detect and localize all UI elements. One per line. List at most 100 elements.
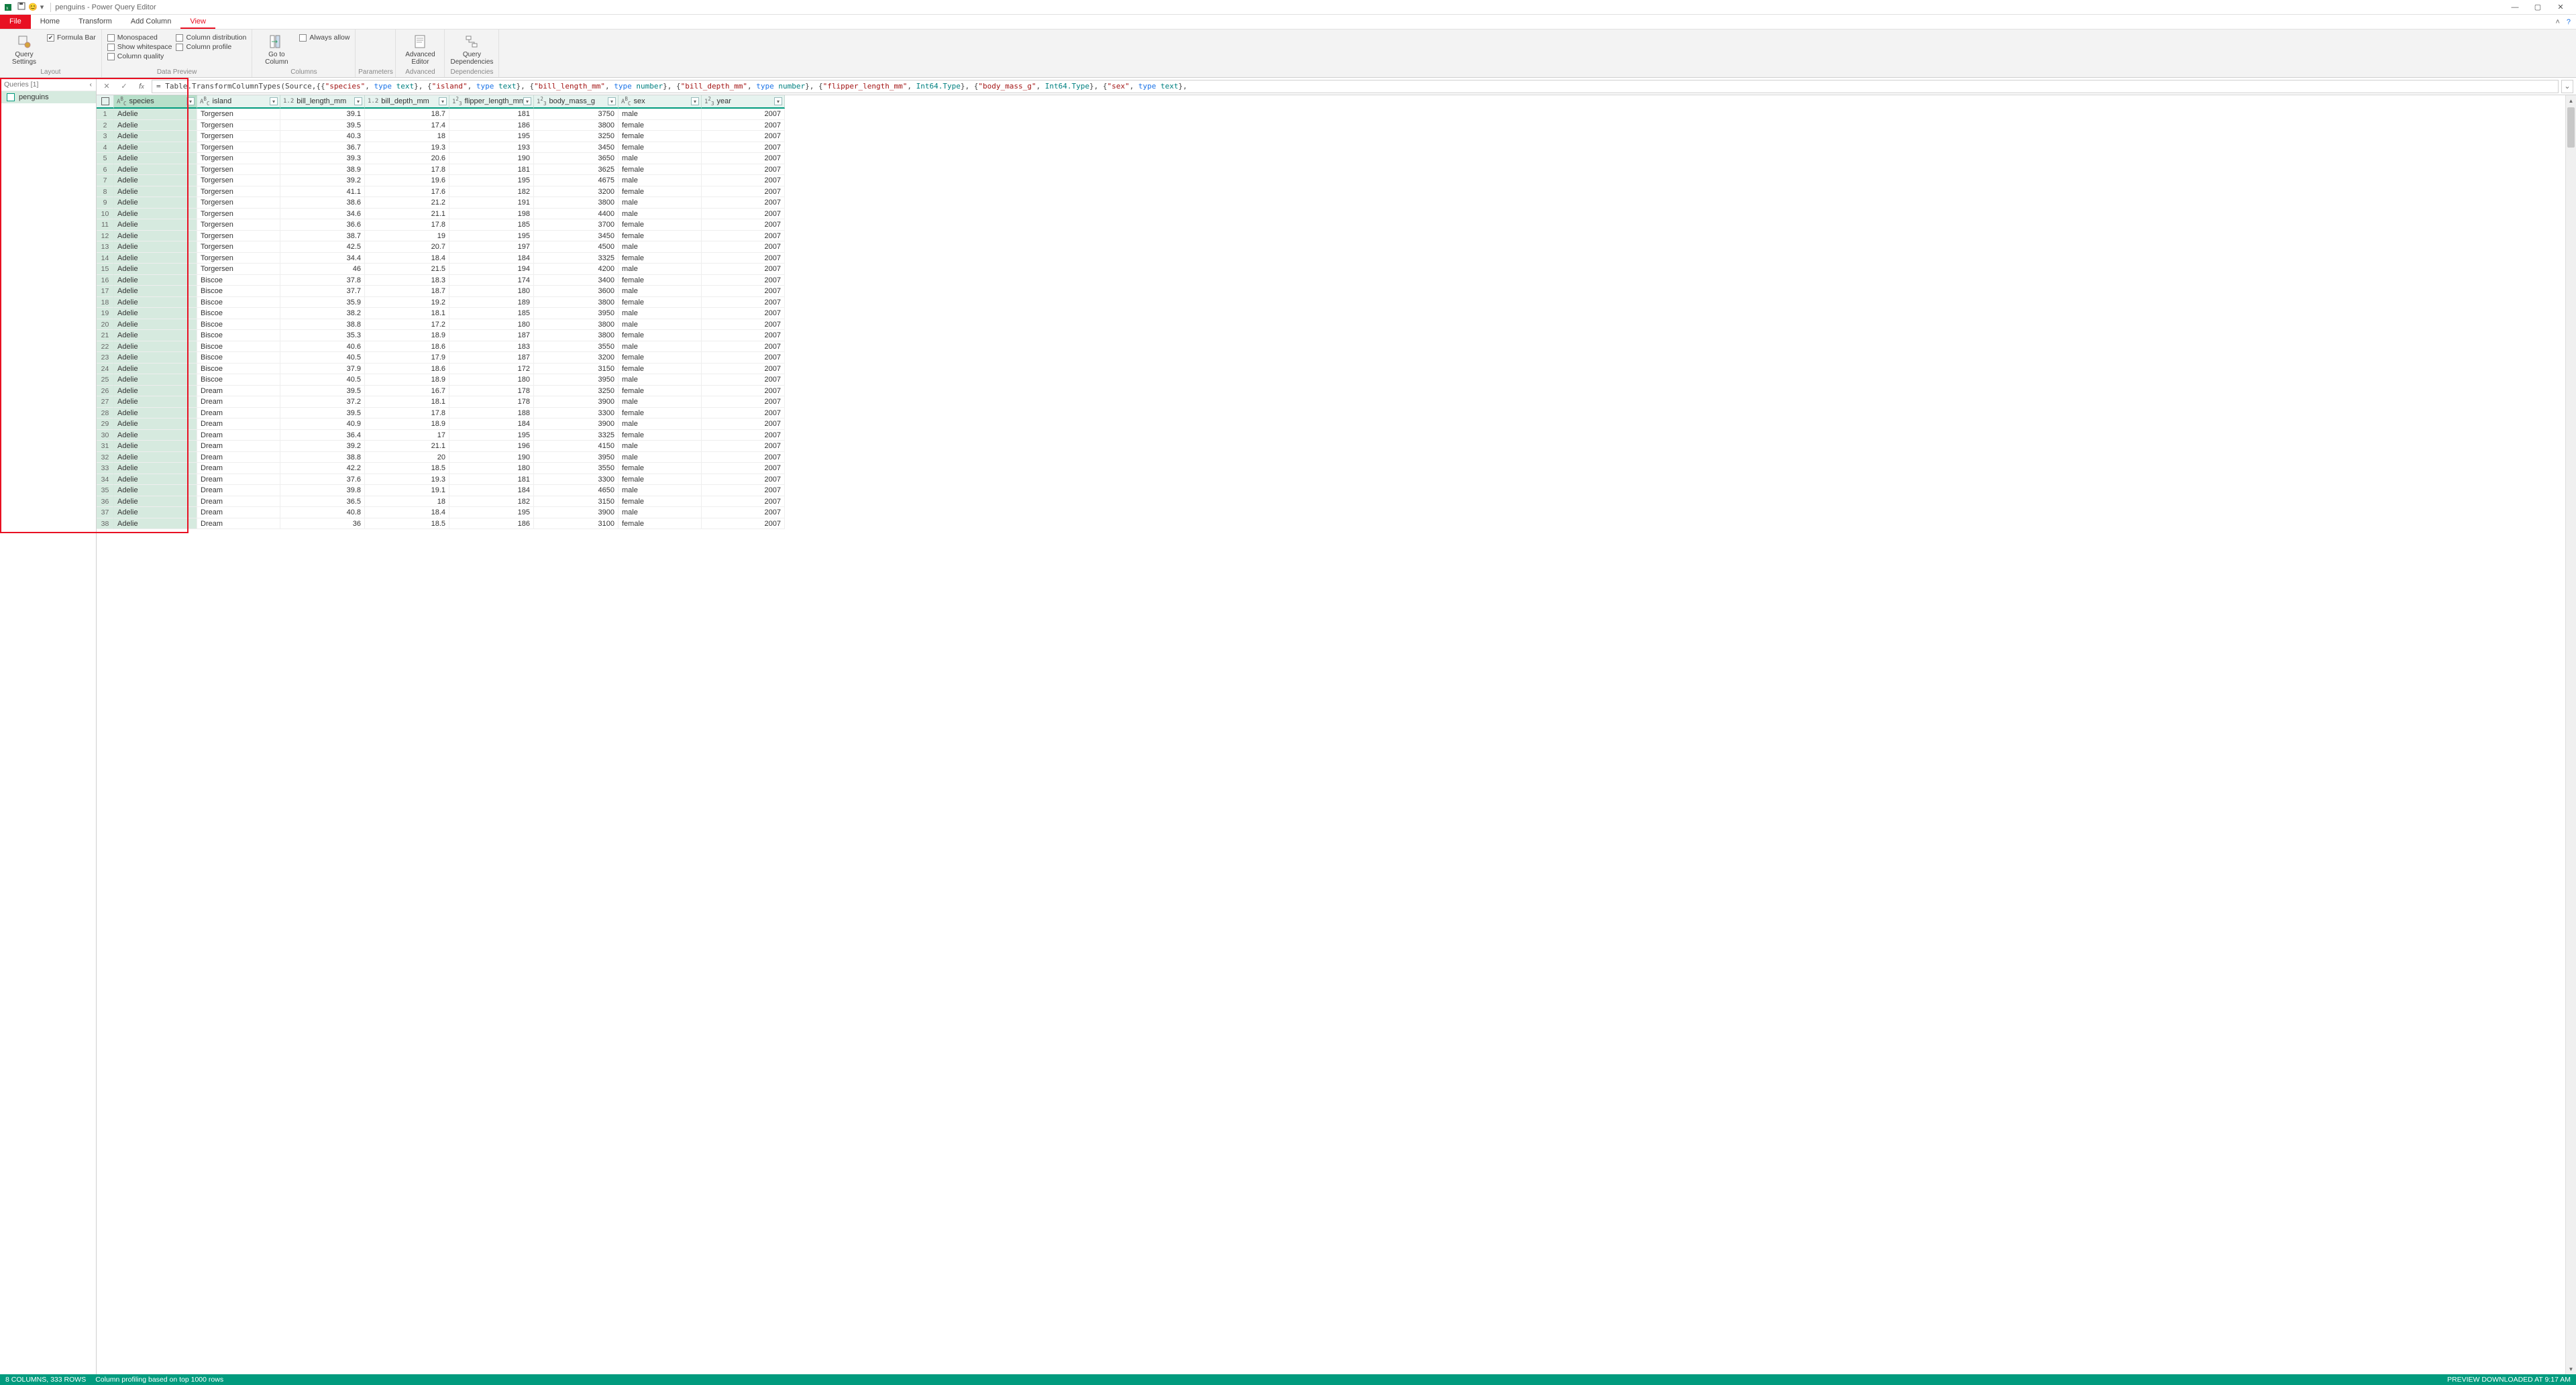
cell[interactable]: 42.2 xyxy=(280,463,365,474)
cell[interactable]: 20.6 xyxy=(365,153,449,164)
cell[interactable]: Adelie xyxy=(114,164,197,176)
qat-dropdown-icon[interactable]: ▾ xyxy=(40,3,44,11)
scroll-down-icon[interactable]: ▼ xyxy=(2566,1364,2576,1374)
cell[interactable]: 2007 xyxy=(702,264,785,275)
row-number[interactable]: 36 xyxy=(97,496,114,508)
cell[interactable]: Dream xyxy=(197,419,280,430)
row-number[interactable]: 35 xyxy=(97,485,114,496)
cell[interactable]: 2007 xyxy=(702,308,785,319)
advanced-editor-button[interactable]: Advanced Editor xyxy=(401,32,439,66)
cell[interactable]: 190 xyxy=(449,153,534,164)
cell[interactable]: 37.2 xyxy=(280,396,365,408)
cell[interactable]: 17.9 xyxy=(365,352,449,364)
close-button[interactable]: ✕ xyxy=(2549,0,2572,15)
cell[interactable]: 39.3 xyxy=(280,153,365,164)
save-icon[interactable] xyxy=(17,2,25,12)
cell[interactable]: Adelie xyxy=(114,286,197,297)
cell[interactable]: 39.2 xyxy=(280,441,365,452)
cell[interactable]: Adelie xyxy=(114,430,197,441)
cell[interactable]: Dream xyxy=(197,430,280,441)
cell[interactable]: 174 xyxy=(449,275,534,286)
cell[interactable]: 19.6 xyxy=(365,175,449,186)
cell[interactable]: Adelie xyxy=(114,131,197,142)
cell[interactable]: 18.3 xyxy=(365,275,449,286)
cell[interactable]: 38.8 xyxy=(280,452,365,463)
cell[interactable]: 2007 xyxy=(702,120,785,131)
cell[interactable]: 184 xyxy=(449,485,534,496)
cell[interactable]: 198 xyxy=(449,209,534,220)
cell[interactable]: 182 xyxy=(449,496,534,508)
row-number[interactable]: 31 xyxy=(97,441,114,452)
column-header-body_mass_g[interactable]: 123body_mass_g▾ xyxy=(534,95,619,109)
cell[interactable]: 2007 xyxy=(702,408,785,419)
cell[interactable]: Adelie xyxy=(114,319,197,331)
column-header-year[interactable]: 123year▾ xyxy=(702,95,785,109)
cell[interactable]: Dream xyxy=(197,408,280,419)
cell[interactable]: Adelie xyxy=(114,197,197,209)
cell[interactable]: Biscoe xyxy=(197,308,280,319)
cell[interactable]: 19.3 xyxy=(365,142,449,154)
vertical-scrollbar[interactable]: ▲ ▼ xyxy=(2565,95,2576,1374)
cell[interactable]: 4150 xyxy=(534,441,619,452)
cell[interactable]: 180 xyxy=(449,319,534,331)
cell[interactable]: 2007 xyxy=(702,419,785,430)
query-settings-button[interactable]: Query Settings xyxy=(5,32,43,66)
cell[interactable]: 2007 xyxy=(702,485,785,496)
cell[interactable]: Adelie xyxy=(114,253,197,264)
row-number[interactable]: 38 xyxy=(97,518,114,530)
cell[interactable]: Adelie xyxy=(114,330,197,341)
cell[interactable]: male xyxy=(619,396,702,408)
row-number[interactable]: 14 xyxy=(97,253,114,264)
cell[interactable]: Torgersen xyxy=(197,264,280,275)
cell[interactable]: 3300 xyxy=(534,408,619,419)
cell[interactable]: 36.5 xyxy=(280,496,365,508)
cell[interactable]: 2007 xyxy=(702,153,785,164)
row-number[interactable]: 9 xyxy=(97,197,114,209)
cell[interactable]: male xyxy=(619,319,702,331)
cell[interactable]: 18.4 xyxy=(365,507,449,518)
cell[interactable]: male xyxy=(619,197,702,209)
cell[interactable]: 195 xyxy=(449,507,534,518)
cell[interactable]: 40.8 xyxy=(280,507,365,518)
cell[interactable]: 2007 xyxy=(702,496,785,508)
formula-dropdown-icon[interactable]: ⌄ xyxy=(2561,80,2573,93)
cell[interactable]: 2007 xyxy=(702,319,785,331)
cell[interactable]: Adelie xyxy=(114,175,197,186)
cell[interactable]: male xyxy=(619,264,702,275)
cell[interactable]: 185 xyxy=(449,219,534,231)
cell[interactable]: Biscoe xyxy=(197,352,280,364)
cell[interactable]: Biscoe xyxy=(197,275,280,286)
cell[interactable]: 2007 xyxy=(702,275,785,286)
cell[interactable]: Torgersen xyxy=(197,197,280,209)
cell[interactable]: 2007 xyxy=(702,452,785,463)
cell[interactable]: male xyxy=(619,441,702,452)
cell[interactable]: Dream xyxy=(197,441,280,452)
cell[interactable]: 194 xyxy=(449,264,534,275)
cell[interactable]: 183 xyxy=(449,341,534,353)
cell[interactable]: 36.6 xyxy=(280,219,365,231)
cell[interactable]: Adelie xyxy=(114,109,197,120)
go-to-column-button[interactable]: Go to Column xyxy=(258,32,295,66)
cell[interactable]: male xyxy=(619,209,702,220)
cell[interactable]: 195 xyxy=(449,231,534,242)
cell[interactable]: 2007 xyxy=(702,219,785,231)
cell[interactable]: male xyxy=(619,374,702,386)
cell[interactable]: 2007 xyxy=(702,386,785,397)
cell[interactable]: 3200 xyxy=(534,352,619,364)
row-number[interactable]: 25 xyxy=(97,374,114,386)
column-quality-checkbox[interactable]: Column quality xyxy=(107,52,172,60)
cell[interactable]: 20.7 xyxy=(365,241,449,253)
cell[interactable]: Adelie xyxy=(114,496,197,508)
filter-icon[interactable]: ▾ xyxy=(270,97,278,105)
cell[interactable]: 2007 xyxy=(702,507,785,518)
cell[interactable]: 2007 xyxy=(702,286,785,297)
cell[interactable]: Adelie xyxy=(114,231,197,242)
cell[interactable]: 40.5 xyxy=(280,374,365,386)
cell[interactable]: male xyxy=(619,175,702,186)
cell[interactable]: female xyxy=(619,219,702,231)
cell[interactable]: 196 xyxy=(449,441,534,452)
cell[interactable]: 19.1 xyxy=(365,485,449,496)
cell[interactable]: Adelie xyxy=(114,275,197,286)
cell[interactable]: 2007 xyxy=(702,430,785,441)
cell[interactable]: 3800 xyxy=(534,319,619,331)
